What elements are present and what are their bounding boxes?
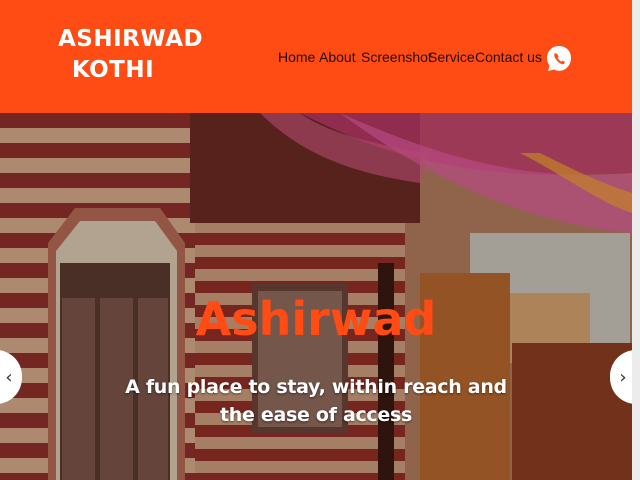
nav-service[interactable]: Service [428,49,475,65]
nav-contact-us[interactable]: Contact us [475,49,542,65]
page-scrollbar[interactable] [632,0,640,480]
nav-home[interactable]: Home [278,49,315,65]
logo-line-1: ASHIRWAD [58,26,204,52]
hero-slider: Ashirwad A fun place to stay, within rea… [0,113,632,480]
site-header: ASHIRWAD KOTHI Home About Screenshot Ser… [0,0,632,113]
hero-subtitle: A fun place to stay, within reach and th… [125,376,507,426]
nav-about[interactable]: About [319,49,356,65]
nav-screenshot[interactable]: Screenshot [361,49,432,65]
whatsapp-icon[interactable] [546,38,572,78]
logo-line-2: KOTHI [71,57,155,83]
chevron-right-icon: › [619,366,627,388]
site-logo[interactable]: ASHIRWAD KOTHI [58,24,204,86]
hero-title: Ashirwad [195,292,437,346]
chevron-left-icon: ‹ [5,366,13,388]
